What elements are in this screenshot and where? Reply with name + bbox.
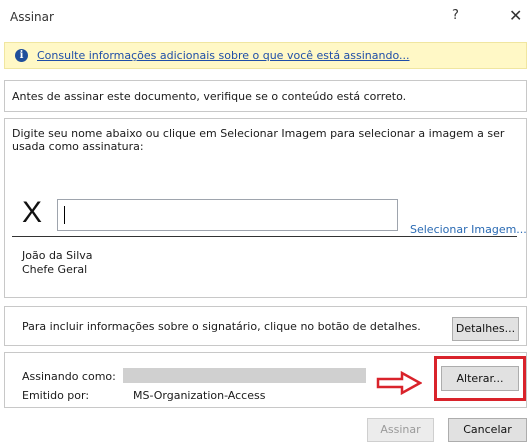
details-button[interactable]: Detalhes... [452,317,519,341]
signature-instruction: Digite seu nome abaixo ou clique em Sele… [12,127,505,153]
help-button[interactable]: ? [452,8,459,23]
close-icon[interactable]: ✕ [509,6,522,25]
signing-as-value-redacted [123,368,366,383]
issued-by-value: MS-Organization-Access [133,389,266,402]
signer-info: João da Silva Chefe Geral [22,249,93,277]
cancel-button-label: Cancelar [463,423,512,436]
cancel-button[interactable]: Cancelar [448,418,527,442]
change-button[interactable]: Alterar... [441,366,519,391]
signature-name-input[interactable] [57,199,398,231]
signature-x-mark: X [22,196,43,229]
details-instruction: Para incluir informações sobre o signatá… [22,320,421,333]
issued-by-label: Emitido por: [22,389,90,402]
signer-title: Chefe Geral [22,263,88,276]
additional-info-link[interactable]: Consulte informações adicionais sobre o … [37,49,410,62]
signing-as-label: Assinando como: [22,370,116,383]
verify-text: Antes de assinar este documento, verifiq… [12,90,407,103]
signer-name: João da Silva [22,249,93,262]
info-icon: i [15,49,28,62]
signature-line [12,236,517,237]
change-button-label: Alterar... [456,372,504,385]
text-caret [64,206,65,224]
right-arrow-icon [376,371,422,395]
select-image-link[interactable]: Selecionar Imagem... [410,223,527,236]
info-bar: i Consulte informações adicionais sobre … [4,42,527,69]
dialog-title: Assinar [10,10,54,24]
sign-button[interactable]: Assinar [367,418,434,442]
sign-button-label: Assinar [380,423,421,436]
details-button-label: Detalhes... [455,322,516,335]
